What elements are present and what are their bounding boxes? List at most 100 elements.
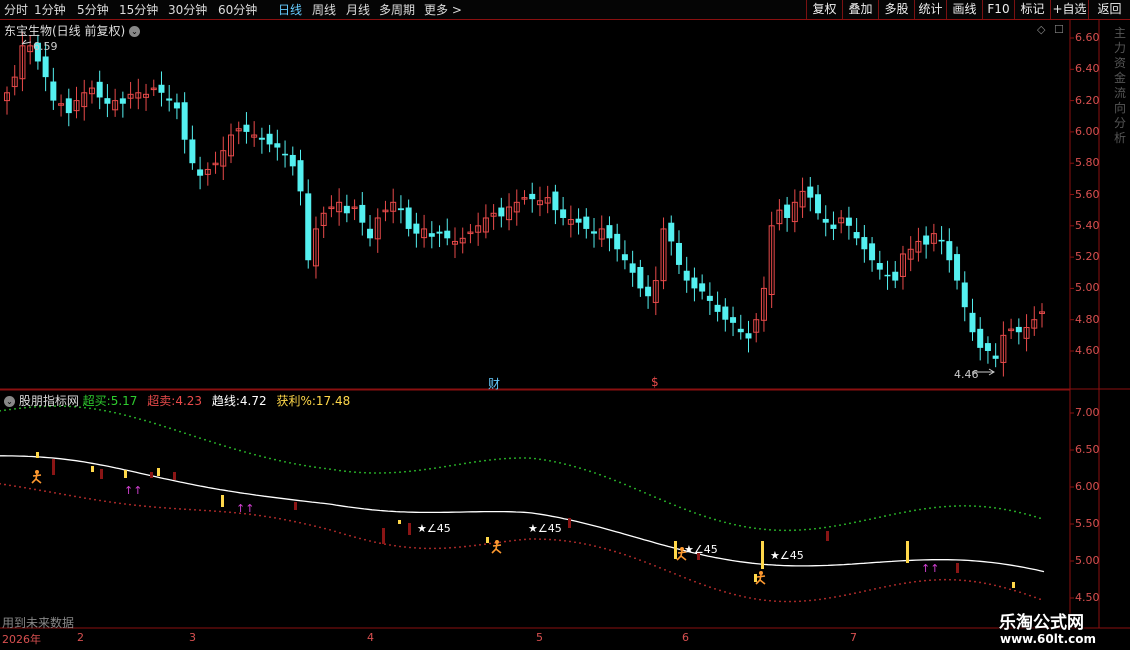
candlestick[interactable] [58,94,65,117]
candlestick[interactable] [583,208,590,239]
candlestick[interactable] [197,156,204,190]
candlestick[interactable] [714,291,721,322]
candlestick[interactable] [482,204,489,239]
candlestick[interactable] [675,230,682,274]
candlestick[interactable] [737,314,744,340]
candlestick[interactable] [614,223,621,262]
candlestick[interactable] [382,200,389,222]
candlestick[interactable] [536,186,543,217]
candlestick[interactable] [760,276,767,332]
candlestick[interactable] [791,189,798,233]
candlestick[interactable] [552,184,559,225]
candlestick[interactable] [637,259,644,297]
candlestick[interactable] [11,65,18,96]
candlestick[interactable] [822,205,829,237]
candlestick[interactable] [498,197,505,228]
candlestick[interactable] [428,221,435,249]
candlestick[interactable] [799,177,806,218]
candlestick[interactable] [869,237,876,272]
candlestick[interactable] [915,227,922,262]
window-icon[interactable]: ☐ [1054,23,1064,36]
candlestick[interactable] [521,190,528,205]
candlestick[interactable] [807,176,814,212]
candlestick[interactable] [1000,321,1007,377]
candlestick[interactable] [954,246,961,290]
candlestick[interactable] [243,112,250,144]
candlestick[interactable] [861,225,868,263]
candlestick[interactable] [127,81,134,109]
candlestick[interactable] [27,35,34,65]
finance-marker[interactable]: 财 [488,375,500,392]
chevron-down-icon[interactable]: ⌄ [4,396,15,407]
candlestick[interactable] [251,121,258,147]
candlestick[interactable] [722,298,729,332]
candlestick[interactable] [969,298,976,341]
candlestick[interactable] [212,151,219,174]
candlestick[interactable] [421,214,428,248]
candlestick[interactable] [166,84,173,112]
candlestick[interactable] [258,127,265,154]
candlestick[interactable] [1031,306,1038,336]
candlestick[interactable] [19,31,26,92]
candlestick[interactable] [853,217,860,246]
candlestick[interactable] [343,194,350,223]
candlestick[interactable] [984,336,991,364]
candlestick[interactable] [367,215,374,247]
candlestick[interactable] [374,208,381,253]
candlestick[interactable] [745,320,752,353]
candlestick[interactable] [235,121,242,145]
candlestick[interactable] [88,80,95,104]
candlestick[interactable] [150,79,157,96]
diamond-icon[interactable]: ◇ [1037,23,1045,36]
candlestick[interactable] [297,149,304,206]
candlestick[interactable] [467,224,474,244]
candlestick[interactable] [81,79,88,121]
candlestick[interactable] [923,226,930,259]
candlestick[interactable] [173,93,180,120]
candlestick[interactable] [104,84,111,118]
candlestick[interactable] [444,218,451,246]
candlestick[interactable] [1015,318,1022,345]
candlestick[interactable] [544,185,551,214]
chevron-down-icon[interactable]: ⌄ [129,26,141,37]
candlestick[interactable] [1008,318,1015,340]
candlestick[interactable] [784,196,791,232]
candlestick[interactable] [699,274,706,300]
chart-canvas[interactable] [0,0,1130,650]
candlestick[interactable] [961,271,968,322]
candlestick[interactable] [390,188,397,224]
candlestick[interactable] [830,211,837,241]
candlestick[interactable] [320,206,327,239]
candlestick[interactable] [575,208,582,235]
candlestick[interactable] [397,195,404,224]
candlestick[interactable] [73,86,80,119]
candlestick[interactable] [351,199,358,221]
candlestick[interactable] [305,179,312,269]
candlestick[interactable] [768,211,775,308]
candlestick[interactable] [992,343,999,368]
candlestick[interactable] [513,189,520,226]
candlestick[interactable] [413,212,420,248]
candlestick[interactable] [119,91,126,118]
candlestick[interactable] [606,216,613,252]
candlestick[interactable] [336,188,343,226]
candlestick[interactable] [691,267,698,302]
candlestick[interactable] [227,123,234,164]
candlestick[interactable] [591,218,598,248]
candlestick[interactable] [938,226,945,255]
candlestick[interactable] [907,236,914,272]
candlestick[interactable] [181,92,188,154]
candlestick[interactable] [529,182,536,213]
candlestick[interactable] [274,129,281,161]
candlestick[interactable] [436,225,443,248]
candlestick[interactable] [266,124,273,153]
stock-title[interactable]: 东宝生物(日线 前复权) ⌄ [4,22,141,39]
candlestick[interactable] [96,70,103,110]
candlestick[interactable] [706,282,713,315]
candlestick[interactable] [158,71,165,107]
candlestick[interactable] [50,67,57,110]
candlestick[interactable] [359,192,366,236]
candlestick[interactable] [884,260,891,290]
candlestick[interactable] [660,217,667,290]
candlestick[interactable] [930,223,937,252]
